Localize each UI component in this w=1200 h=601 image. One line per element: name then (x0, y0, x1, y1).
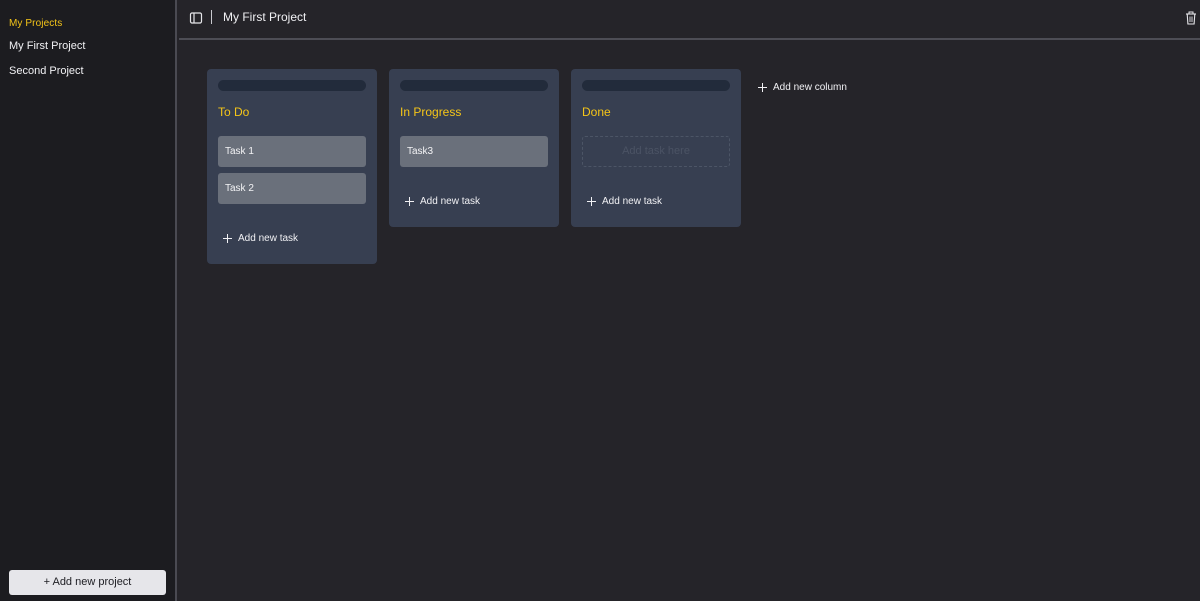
column-drag-handle[interactable] (400, 80, 548, 91)
sidebar-toggle-icon[interactable] (189, 11, 203, 25)
task-list: Task 1 Task 2 (218, 136, 366, 204)
add-task-button[interactable]: Add new task (218, 227, 366, 250)
column-title[interactable]: In Progress (400, 105, 548, 119)
trash-icon[interactable] (1185, 11, 1197, 25)
app-window: My Projects My First Project Second Proj… (0, 0, 1200, 601)
column-title[interactable]: Done (582, 105, 730, 119)
sidebar-item-my-first-project[interactable]: My First Project (9, 40, 85, 52)
column-done: Done Add task here Add new task (571, 69, 741, 227)
header-divider (211, 10, 212, 24)
sidebar: My Projects My First Project Second Proj… (0, 0, 177, 601)
add-task-button[interactable]: Add new task (400, 190, 548, 213)
task-card[interactable]: Task 2 (218, 173, 366, 204)
add-task-label: Add new task (420, 196, 481, 207)
sidebar-title: My Projects (9, 18, 63, 29)
column-to-do: To Do Task 1 Task 2 Add new task (207, 69, 377, 264)
task-list: Task3 (400, 136, 548, 167)
task-card[interactable]: Task3 (400, 136, 548, 167)
add-task-button[interactable]: Add new task (582, 190, 730, 213)
task-card[interactable]: Task 1 (218, 136, 366, 167)
add-column-label: Add new column (773, 82, 847, 93)
add-column-button[interactable]: Add new column (758, 82, 847, 93)
add-project-button[interactable]: + Add new project (9, 570, 166, 595)
plus-icon (223, 234, 232, 243)
plus-icon (587, 197, 596, 206)
add-task-label: Add new task (238, 233, 299, 244)
task-list: Add task here (582, 136, 730, 167)
add-task-label: Add new task (602, 196, 663, 207)
column-in-progress: In Progress Task3 Add new task (389, 69, 559, 227)
column-title[interactable]: To Do (218, 105, 366, 119)
sidebar-item-second-project[interactable]: Second Project (9, 65, 84, 77)
column-drag-handle[interactable] (218, 80, 366, 91)
task-drop-placeholder[interactable]: Add task here (582, 136, 730, 167)
header: My First Project (179, 0, 1200, 40)
kanban-board: To Do Task 1 Task 2 Add new task In Prog… (207, 69, 847, 264)
page-title: My First Project (223, 10, 307, 24)
column-drag-handle[interactable] (582, 80, 730, 91)
plus-icon (405, 197, 414, 206)
plus-icon (758, 83, 767, 92)
